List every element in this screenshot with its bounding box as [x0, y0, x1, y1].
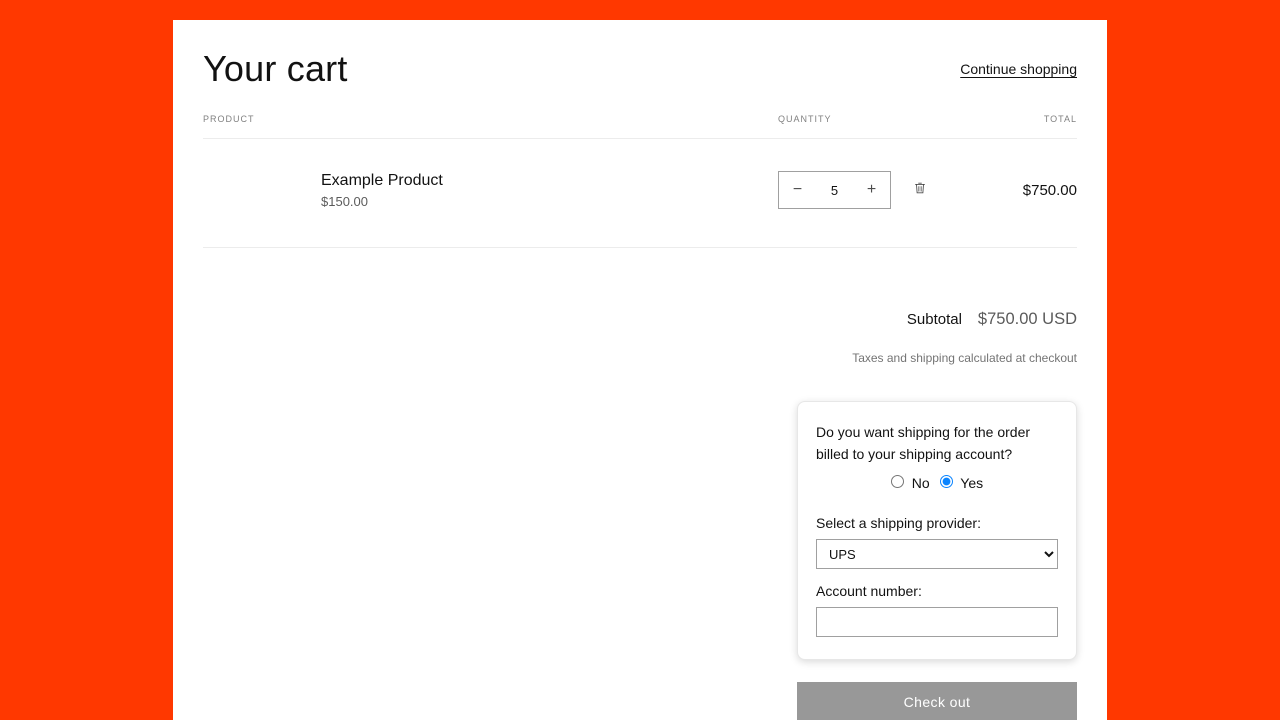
shipping-question: Do you want shipping for the order bille… [816, 422, 1058, 465]
quantity-increase-button[interactable]: + [853, 172, 890, 208]
remove-item-button[interactable] [913, 183, 927, 197]
subtotal-block: Subtotal $750.00 USD Taxes and shipping … [203, 310, 1077, 365]
cart-page: Your cart Continue shopping PRODUCT QUAN… [173, 20, 1107, 720]
cart-line-item: Example Product $150.00 − 5 + [203, 139, 1077, 248]
quantity-stepper: − 5 + [778, 171, 891, 209]
quantity-value[interactable]: 5 [816, 183, 853, 198]
product-unit-price: $150.00 [321, 194, 778, 209]
subtotal-label: Subtotal [907, 311, 962, 328]
shipping-radio-group: No Yes [816, 475, 1058, 491]
column-total: TOTAL [958, 114, 1077, 124]
line-total: $750.00 [958, 182, 1077, 199]
shipping-radio-no[interactable] [891, 475, 904, 488]
column-quantity: QUANTITY [778, 114, 958, 124]
column-product: PRODUCT [203, 114, 778, 124]
quantity-decrease-button[interactable]: − [779, 172, 816, 208]
shipping-radio-yes[interactable] [940, 475, 953, 488]
product-cell: Example Product $150.00 [203, 172, 778, 209]
subtotal-value: $750.00 USD [978, 310, 1077, 329]
subtotal-row: Subtotal $750.00 USD [203, 310, 1077, 329]
page-title: Your cart [203, 48, 348, 90]
shipping-provider-label: Select a shipping provider: [816, 515, 1058, 531]
radio-yes-text: Yes [960, 475, 983, 491]
product-name: Example Product [321, 172, 778, 190]
cart-header: Your cart Continue shopping [203, 48, 1077, 90]
trash-icon [913, 181, 927, 200]
shipping-radio-no-label[interactable]: No [891, 475, 930, 491]
cart-table-header: PRODUCT QUANTITY TOTAL [203, 114, 1077, 139]
shipping-provider-select[interactable]: UPS [816, 539, 1058, 569]
shipping-account-card: Do you want shipping for the order bille… [797, 401, 1077, 660]
shipping-radio-yes-label[interactable]: Yes [940, 475, 983, 491]
quantity-cell: − 5 + [778, 171, 958, 209]
checkout-button[interactable]: Check out [797, 682, 1077, 720]
tax-shipping-note: Taxes and shipping calculated at checkou… [203, 351, 1077, 365]
radio-no-text: No [912, 475, 930, 491]
continue-shopping-link[interactable]: Continue shopping [960, 61, 1077, 77]
account-number-input[interactable] [816, 607, 1058, 637]
account-number-label: Account number: [816, 583, 1058, 599]
